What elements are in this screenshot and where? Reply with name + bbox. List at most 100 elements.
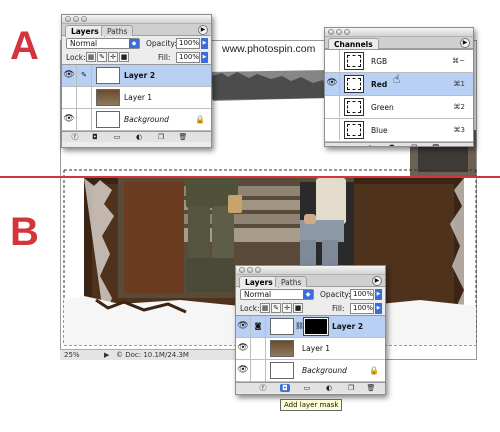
layer-mask-thumbnail[interactable] [303,317,329,336]
new-group-icon[interactable]: ▭ [112,133,122,141]
opacity-input[interactable]: 100% [176,38,200,49]
zoom-button[interactable] [344,29,350,35]
save-selection-icon[interactable]: ◘ [387,144,397,146]
eye-icon-hidden[interactable] [325,96,340,117]
close-button[interactable] [239,267,245,273]
fill-slider-button[interactable]: ▶ [375,303,382,314]
close-button[interactable] [65,16,71,22]
layer-row-layer-1[interactable]: Layer 1 [62,87,211,109]
layer-row-layer-2[interactable]: 👁 ✎ Layer 2 [62,65,211,87]
link-cell[interactable] [77,87,92,108]
eye-icon[interactable]: 👁 [325,73,340,94]
new-layer-icon[interactable]: ❐ [346,384,356,392]
add-layer-mask-icon[interactable]: ◘ [90,133,100,141]
link-cell[interactable] [77,109,92,130]
minimize-button[interactable] [336,29,342,35]
eye-icon[interactable]: 👁 [236,316,251,337]
zoom-button[interactable] [255,267,261,273]
close-button[interactable] [328,29,334,35]
load-selection-icon[interactable]: ○ [365,144,375,146]
eye-icon[interactable]: 👁 [62,65,77,86]
layer-thumbnail [270,318,294,335]
blend-mode-select[interactable]: Normal ◆ [66,38,140,49]
lock-position-icon[interactable]: ✛ [282,303,292,313]
section-divider [0,176,500,178]
new-group-icon[interactable]: ▭ [302,384,312,392]
channel-name: Red [371,80,388,89]
layer-row-background[interactable]: 👁 Background 🔒 [236,360,385,382]
palette-menu-icon[interactable]: ▶ [198,25,208,35]
lock-all-icon[interactable]: ■ [293,303,303,313]
eye-icon[interactable]: 👁 [236,338,251,359]
channel-row-blue[interactable]: Blue ⌘3 [325,119,473,142]
layer-style-icon[interactable]: ⓕ [258,384,268,392]
layer-name: Background [302,366,347,375]
layer-row-layer-2[interactable]: 👁 ◙ ⛓ Layer 2 [236,316,385,338]
opacity-slider-button[interactable]: ▶ [201,38,208,49]
link-cell[interactable] [251,338,266,359]
step-label-a: A [10,24,39,68]
layer-thumbnail [96,89,120,106]
eye-icon-hidden[interactable] [62,87,77,108]
palette-titlebar[interactable] [325,28,473,37]
chain-link-icon[interactable]: ⛓ [295,316,304,337]
trash-icon[interactable]: 🗑 [178,133,188,141]
channel-row-green[interactable]: Green ⌘2 [325,96,473,119]
zoom-level[interactable]: 25% [64,351,80,359]
layer-row-background[interactable]: 👁 Background 🔒 [62,109,211,131]
layers-palette-a: Layers Paths ▶ Normal ◆ Opacity: 100% ▶ … [61,14,212,148]
palette-menu-icon[interactable]: ▶ [460,38,470,48]
palette-titlebar[interactable] [62,15,211,24]
minimize-button[interactable] [73,16,79,22]
minimize-button[interactable] [247,267,253,273]
link-cell[interactable] [251,360,266,381]
channel-thumbnail [344,75,364,93]
fill-input[interactable]: 100% [350,303,374,314]
fill-input[interactable]: 100% [176,52,200,63]
blend-mode-select[interactable]: Normal ◆ [240,289,314,300]
watermark-url: www.photospin.com [222,43,316,55]
eye-icon[interactable]: 👁 [236,360,251,381]
eye-icon-hidden[interactable] [325,50,340,71]
hand-cursor-icon: ☝ [393,72,401,86]
lock-all-icon[interactable]: ■ [119,52,129,62]
lock-transparency-icon[interactable]: ▦ [86,52,96,62]
layer-name: Layer 1 [124,93,153,102]
opacity-input[interactable]: 100% [350,289,374,300]
lock-position-icon[interactable]: ✛ [108,52,118,62]
eye-icon[interactable]: 👁 [62,109,77,130]
trash-icon[interactable]: 🗑 [431,144,441,146]
opacity-slider-button[interactable]: ▶ [375,289,382,300]
lock-icon: 🔒 [195,115,205,124]
blend-mode-value: Normal [70,39,98,48]
palette-bottom-bar: ⓕ ◘ ▭ ◐ ❐ 🗑 [62,131,211,142]
fill-slider-button[interactable]: ▶ [201,52,208,63]
tab-paths[interactable]: Paths [275,276,308,287]
adjustment-layer-icon[interactable]: ◐ [324,384,334,392]
layer-row-layer-1[interactable]: 👁 Layer 1 [236,338,385,360]
layer-style-icon[interactable]: ⓕ [70,133,80,141]
lock-transparency-icon[interactable]: ▦ [260,303,270,313]
trash-icon[interactable]: 🗑 [366,384,376,392]
adjustment-layer-icon[interactable]: ◐ [134,133,144,141]
new-layer-icon[interactable]: ❐ [156,133,166,141]
new-channel-icon[interactable]: ❐ [409,144,419,146]
lock-pixels-icon[interactable]: ✎ [97,52,107,62]
fill-label: Fill: [332,304,345,313]
layer-thumbnail [270,362,294,379]
fill-label: Fill: [158,53,171,62]
eye-icon-hidden[interactable] [325,119,340,140]
lock-label: Lock: [240,304,260,313]
add-layer-mask-icon[interactable]: ◘ [280,384,290,392]
palette-menu-icon[interactable]: ▶ [372,276,382,286]
channel-name: Green [371,103,394,112]
mask-indicator-icon: ◙ [251,316,266,337]
zoom-button[interactable] [81,16,87,22]
lock-pixels-icon[interactable]: ✎ [271,303,281,313]
layer-name: Layer 1 [302,344,331,353]
status-menu-arrow-icon[interactable]: ▶ [104,351,109,359]
channel-row-rgb[interactable]: RGB ⌘~ [325,50,473,73]
palette-titlebar[interactable] [236,266,385,275]
tab-paths[interactable]: Paths [101,25,134,36]
layer-thumbnail [96,67,120,84]
